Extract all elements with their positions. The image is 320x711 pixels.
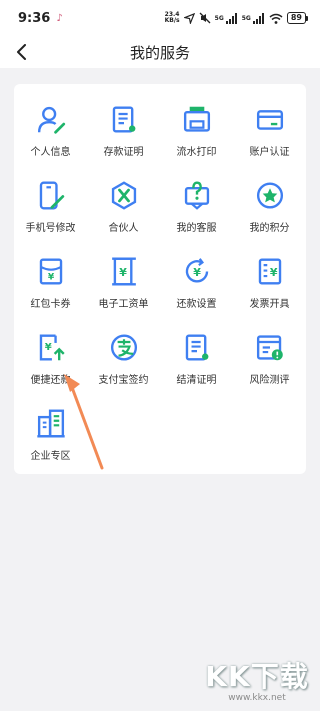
alipay-icon [110,334,137,361]
svg-text:¥: ¥ [119,266,127,279]
service-item-red-packet[interactable]: ¥ 红包卡券 [14,256,87,310]
service-item-settlement-certificate[interactable]: 结清证明 [160,332,233,386]
risk-assessment-icon [256,335,283,361]
wifi-icon [269,13,283,24]
mute-icon [199,12,211,24]
service-item-invoice[interactable]: ¥ 发票开具 [233,256,306,310]
service-label: 风险测评 [249,375,290,386]
red-packet-icon: ¥ [39,258,62,285]
services-card: 个人信息 存款证明 流水打印 账户认证手机号修改 合伙人 我的客服 我的积分 ¥ 红包卡券 ¥ 电子… [14,84,306,474]
services-grid: 个人信息 存款证明 流水打印 账户认证手机号修改 合伙人 我的客服 我的积分 ¥ 红包卡券 ¥ 电子… [14,104,306,462]
payslip-icon: ¥ [111,257,136,286]
svg-text:¥: ¥ [44,342,51,353]
service-label: 手机号修改 [25,223,76,234]
points-star-icon [256,182,283,209]
service-label: 我的积分 [249,223,290,234]
music-note-icon: ♪ [56,12,63,24]
signal-icon-1 [225,12,237,24]
service-item-deposit-certificate[interactable]: 存款证明 [87,104,160,158]
service-label: 个人信息 [30,147,71,158]
printer-icon [183,106,210,132]
svg-text:¥: ¥ [193,266,201,279]
header: 我的服务 [0,36,320,68]
signal-label-2: 5G [241,14,251,22]
quick-repay-icon: ¥ [39,334,65,361]
watermark: KK下载 www.kkx.net [202,655,312,703]
signal-icon-2 [252,12,264,24]
svg-text:¥: ¥ [269,266,277,279]
service-label: 合伙人 [108,223,139,234]
status-time: 9:36 [18,10,51,26]
service-label: 红包卡券 [30,299,71,310]
card-icon [256,110,283,130]
service-label: 结清证明 [176,375,217,386]
status-icons: 23.4 KB/s 5G 5G 89 [165,12,309,24]
page-title: 我的服务 [129,43,190,62]
arrow-annotation [64,374,104,470]
service-label: 电子工资单 [98,299,149,310]
service-item-customer-service[interactable]: 我的客服 [160,180,233,234]
service-label: 账户认证 [249,147,290,158]
phone-edit-icon [39,181,64,210]
service-item-repay-setting[interactable]: ¥ 还款设置 [160,256,233,310]
service-label: 发票开具 [249,299,290,310]
service-item-person[interactable]: 个人信息 [14,104,87,158]
service-label: 我的客服 [176,223,217,234]
chevron-left-icon [17,44,26,60]
deposit-certificate-icon [112,106,135,133]
svg-text:¥: ¥ [47,273,54,283]
signal-label-1: 5G [214,14,224,22]
status-bar: 9:36 ♪ 23.4 KB/s 5G 5G 89 [0,0,320,36]
back-button[interactable] [10,40,34,64]
person-icon [37,106,65,134]
location-icon [183,12,195,24]
service-item-partner[interactable]: 合伙人 [87,180,160,234]
settlement-certificate-icon [185,334,208,361]
watermark-logo: KK下载 [205,660,309,693]
customer-service-icon [184,181,209,210]
service-item-printer[interactable]: 流水打印 [160,104,233,158]
service-item-phone-edit[interactable]: 手机号修改 [14,180,87,234]
net-speed-unit: KB/s [164,17,180,24]
battery-icon: 89 [286,12,309,24]
net-speed: 23.4 KB/s [165,12,180,24]
repay-setting-icon: ¥ [185,258,208,283]
service-item-points-star[interactable]: 我的积分 [233,180,306,234]
service-item-payslip[interactable]: ¥ 电子工资单 [87,256,160,310]
service-label: 流水打印 [176,147,217,158]
partner-icon [111,181,136,210]
invoice-icon: ¥ [258,258,281,285]
service-label: 存款证明 [103,147,144,158]
service-label: 还款设置 [176,299,217,310]
service-item-risk-assessment[interactable]: 风险测评 [233,332,306,386]
service-item-card[interactable]: 账户认证 [233,104,306,158]
